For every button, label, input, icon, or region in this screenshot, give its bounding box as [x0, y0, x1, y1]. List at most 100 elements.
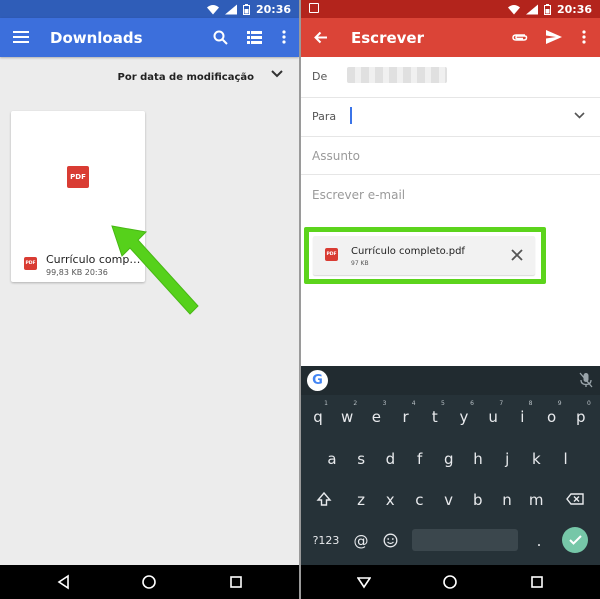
close-icon[interactable]	[510, 248, 524, 262]
wifi-icon	[206, 4, 219, 14]
attach-button[interactable]	[509, 26, 531, 48]
key-u[interactable]: u7	[481, 400, 505, 426]
more-options-button[interactable]	[273, 26, 295, 48]
page-title: Downloads	[50, 29, 143, 47]
key-label: d	[385, 450, 396, 468]
key-v[interactable]: v	[437, 491, 461, 509]
key-q[interactable]: q1	[306, 400, 330, 426]
key-l[interactable]: l	[554, 450, 578, 468]
enter-key[interactable]	[562, 527, 588, 553]
key-p[interactable]: p0	[569, 400, 593, 426]
key-d[interactable]: d	[378, 450, 402, 468]
key-label: z	[357, 491, 365, 509]
battery-icon	[242, 3, 250, 15]
sort-bar[interactable]: Por data de modificação	[0, 57, 299, 99]
mic-off-icon[interactable]	[579, 372, 593, 388]
check-icon	[568, 535, 582, 545]
key-n[interactable]: n	[495, 491, 519, 509]
key-i[interactable]: i8	[510, 400, 534, 426]
app-bar: Downloads	[0, 18, 299, 57]
keyboard-suggestion-bar: G	[301, 366, 600, 395]
body-input[interactable]: Escrever e-mail	[312, 188, 405, 202]
green-arrow-icon	[111, 225, 199, 315]
key-label: p	[576, 408, 586, 426]
more-vert-icon	[282, 30, 286, 44]
key-r[interactable]: r4	[394, 400, 418, 426]
key-e[interactable]: e3	[364, 400, 388, 426]
emoji-icon[interactable]	[383, 533, 398, 548]
list-view-button[interactable]	[243, 26, 265, 48]
key-hint: 2	[353, 400, 358, 407]
recents-icon[interactable]	[228, 574, 244, 590]
key-label: n	[502, 491, 512, 509]
key-hint: 1	[324, 400, 328, 407]
key-a[interactable]: a	[320, 450, 344, 468]
symbols-key[interactable]: ?123	[311, 534, 341, 547]
key-h[interactable]: h	[466, 450, 490, 468]
chevron-down-icon[interactable]	[574, 112, 585, 119]
home-icon[interactable]	[442, 574, 458, 590]
key-w[interactable]: w2	[335, 400, 359, 426]
from-row[interactable]: De	[301, 57, 600, 98]
chevron-down-icon	[271, 70, 283, 78]
key-label: c	[415, 491, 424, 509]
key-hint: 7	[499, 400, 504, 407]
more-vert-icon	[582, 30, 586, 44]
key-x[interactable]: x	[378, 491, 402, 509]
key-label: l	[563, 450, 568, 468]
key-k[interactable]: k	[524, 450, 548, 468]
back-icon[interactable]	[56, 574, 72, 590]
key-t[interactable]: t5	[423, 400, 447, 426]
menu-button[interactable]	[10, 26, 32, 48]
paperclip-icon	[512, 34, 528, 41]
downloads-app: 20:36 Downloads Por data de modificação …	[0, 0, 299, 599]
page-title: Escrever	[351, 29, 424, 47]
key-label: x	[385, 491, 395, 509]
key-label: h	[473, 450, 483, 468]
subject-input[interactable]: Assunto	[312, 149, 360, 163]
key-label: g	[444, 450, 454, 468]
spacebar[interactable]	[412, 529, 518, 551]
key-o[interactable]: o9	[540, 400, 564, 426]
back-button[interactable]	[310, 26, 332, 48]
from-label: De	[312, 70, 328, 83]
key-hint: 0	[586, 400, 591, 407]
to-row[interactable]: Para	[301, 98, 600, 137]
subject-row[interactable]: Assunto	[301, 137, 600, 175]
send-button[interactable]	[543, 26, 565, 48]
attachment-name: Currículo completo.pdf	[351, 246, 465, 257]
key-s[interactable]: s	[349, 450, 373, 468]
pdf-file-icon: PDF	[325, 248, 338, 261]
signal-icon	[224, 4, 237, 14]
text-cursor	[350, 107, 352, 124]
key-b[interactable]: b	[466, 491, 490, 509]
key-c[interactable]: c	[407, 491, 431, 509]
home-icon[interactable]	[141, 574, 157, 590]
key-j[interactable]: j	[495, 450, 519, 468]
key-label: s	[357, 450, 366, 468]
key-label: b	[473, 491, 483, 509]
search-button[interactable]	[209, 26, 231, 48]
attachment-chip[interactable]: PDF Currículo completo.pdf 97 KB	[313, 236, 535, 275]
key-label: i	[520, 408, 525, 426]
pdf-file-icon: PDF	[24, 257, 37, 270]
key-z[interactable]: z	[349, 491, 373, 509]
compose-app: 20:36 Escrever De Para Assunto Escrever …	[301, 0, 600, 599]
key-m[interactable]: m	[524, 491, 548, 509]
back-down-icon[interactable]	[357, 575, 371, 589]
google-logo-icon[interactable]: G	[307, 370, 328, 391]
key-label: a	[327, 450, 337, 468]
more-options-button[interactable]	[573, 26, 595, 48]
backspace-icon[interactable]	[566, 493, 584, 505]
send-icon	[546, 30, 562, 44]
key-label: j	[505, 450, 510, 468]
key-hint: 3	[382, 400, 387, 407]
shift-icon[interactable]	[316, 491, 332, 507]
key-label: y	[459, 408, 469, 426]
at-key[interactable]: @	[349, 532, 373, 550]
period-key[interactable]: .	[527, 532, 551, 550]
key-g[interactable]: g	[437, 450, 461, 468]
recents-icon[interactable]	[529, 574, 545, 590]
key-f[interactable]: f	[408, 450, 432, 468]
key-y[interactable]: y6	[452, 400, 476, 426]
